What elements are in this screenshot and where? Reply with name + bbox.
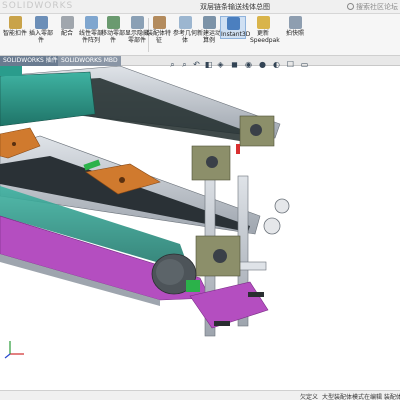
app-logo: SOLIDWORKS xyxy=(2,1,74,11)
button-label: 新建运动算例 xyxy=(196,30,221,44)
instant3d-button[interactable]: Instant3D xyxy=(220,16,250,39)
hide-show-icon[interactable]: ◉ xyxy=(244,60,253,69)
speedpak-icon xyxy=(256,16,270,29)
status-editing: 在编辑 装配体 xyxy=(364,394,400,400)
smart-fastener-icon xyxy=(8,16,22,29)
tab-solidworks-addins[interactable]: SOLIDWORKS 插件 xyxy=(0,56,61,66)
assembly-model xyxy=(0,66,290,337)
smart-fastener-button[interactable]: 智能扣件 xyxy=(2,16,28,37)
linear-pattern-icon xyxy=(84,16,98,29)
teal-block xyxy=(0,66,22,76)
document-title: 双层链条输送线体总图 xyxy=(200,3,270,11)
insert-component-button[interactable]: 插入零部件 xyxy=(28,16,54,44)
search-icon xyxy=(347,3,354,10)
show-hidden-icon xyxy=(130,16,144,29)
reference-geometry-button[interactable]: 参考几何体 xyxy=(172,16,198,44)
status-mode: 大型装配体模式 xyxy=(322,394,365,400)
button-label: 配合 xyxy=(60,30,73,37)
sprocket xyxy=(213,249,227,263)
red-stop xyxy=(236,144,240,154)
view-orientation-icon[interactable]: ◈ xyxy=(216,60,225,69)
assembly-feature-button[interactable]: 装配体特征 xyxy=(146,16,172,44)
button-label: 插入零部件 xyxy=(28,30,53,44)
motor-cap xyxy=(156,259,184,285)
scene-icon[interactable]: ◐ xyxy=(272,60,281,69)
zoom-area-icon[interactable]: ⌕ xyxy=(180,60,189,69)
previous-view-icon[interactable]: ↶ xyxy=(192,60,201,69)
fixture-hole xyxy=(12,142,16,146)
sprocket xyxy=(250,124,262,136)
assembly-feature-icon xyxy=(152,16,166,29)
button-label: 更新Speedpak xyxy=(250,30,280,44)
motion-study-icon xyxy=(202,16,216,29)
move-component-icon xyxy=(106,16,120,29)
display-style-icon[interactable]: ◼ xyxy=(230,60,239,69)
reference-geometry-icon xyxy=(178,16,192,29)
solidworks-window: SOLIDWORKS 双层链条输送线体总图 搜索社区论坛 智能扣件 插入零部件 … xyxy=(0,0,400,400)
snapshot-button[interactable]: 拍快照 xyxy=(282,16,308,37)
speedpak-button[interactable]: 更新Speedpak xyxy=(250,16,280,44)
status-definition: 欠定义 xyxy=(300,394,319,400)
motor-green-mount xyxy=(186,280,200,292)
motion-study-button[interactable]: 新建运动算例 xyxy=(196,16,222,44)
button-label: 参考几何体 xyxy=(172,30,197,44)
insert-component-icon xyxy=(34,16,48,29)
instant3d-icon xyxy=(226,17,240,30)
title-bar: SOLIDWORKS 双层链条输送线体总图 搜索社区论坛 xyxy=(0,0,400,14)
mate-button[interactable]: 配合 xyxy=(54,16,80,37)
zoom-fit-icon[interactable]: ⌕ xyxy=(168,60,177,69)
button-label: 拍快照 xyxy=(285,30,304,37)
foot xyxy=(248,292,264,297)
button-label: Instant3D xyxy=(221,31,251,38)
coordinate-triad xyxy=(4,341,24,359)
fixture-hole xyxy=(119,177,125,183)
tab-solidworks-mbd[interactable]: SOLIDWORKS MBD xyxy=(58,56,121,66)
button-label: 装配体特征 xyxy=(146,30,171,44)
mate-icon xyxy=(60,16,74,29)
button-label: 智能扣件 xyxy=(2,30,27,37)
snapshot-icon xyxy=(288,16,302,29)
section-view-icon[interactable]: ◧ xyxy=(204,60,213,69)
status-bar: 欠定义 大型装配体模式 在编辑 装配体 xyxy=(0,390,400,400)
foot xyxy=(214,321,230,326)
move-component-button[interactable]: 移动零部件 xyxy=(100,16,126,44)
command-manager-ribbon: 智能扣件 插入零部件 配合 线性零部件阵列 移动零部件 显示隐藏零部件 装配体特… xyxy=(0,14,400,56)
graphics-area[interactable] xyxy=(0,66,400,390)
view-settings-icon[interactable]: ☐ xyxy=(286,60,295,69)
appearance-icon[interactable]: ● xyxy=(258,60,267,69)
idler-wheel xyxy=(274,198,290,214)
monitor-icon[interactable]: ▭ xyxy=(300,60,309,69)
idler-wheel xyxy=(263,217,281,235)
sprocket xyxy=(206,156,218,168)
z-axis-icon xyxy=(4,353,11,359)
button-label: 移动零部件 xyxy=(100,30,125,44)
search-box[interactable]: 搜索社区论坛 xyxy=(347,2,398,12)
upper-teal-cover xyxy=(0,71,96,127)
search-placeholder: 搜索社区论坛 xyxy=(356,3,398,11)
